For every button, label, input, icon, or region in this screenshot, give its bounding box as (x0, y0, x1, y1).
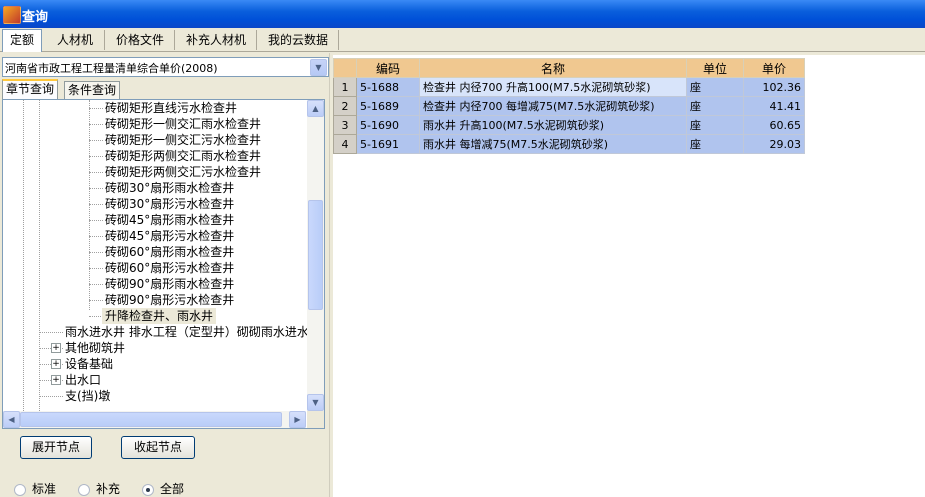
plus-icon[interactable]: + (51, 359, 61, 369)
library-select-value: 河南省市政工程工程量清单综合单价(2008) (5, 62, 218, 75)
tree-item[interactable]: 砖砌90°扇形雨水检查井 (105, 276, 234, 292)
cell-price[interactable]: 102.36 (743, 77, 805, 97)
cell-price[interactable]: 41.41 (743, 96, 805, 116)
tree-item[interactable]: 砖砌矩形一侧交汇污水检查井 (105, 132, 261, 148)
results-panel: 编码 名称 单位 单价 1 5-1688 检查井 内径700 升高100(M7.… (333, 55, 925, 497)
cell-name[interactable]: 雨水井 升高100(M7.5水泥砌筑砂浆) (419, 115, 687, 135)
tree-vertical-scrollbar[interactable]: ▲ ▼ (307, 100, 324, 411)
column-header-unit[interactable]: 单位 (686, 58, 744, 78)
tree-item-selected[interactable]: 升降检查井、雨水井 (102, 308, 217, 324)
tree-item[interactable]: 砖砌45°扇形污水检查井 (105, 228, 234, 244)
scroll-left-icon[interactable]: ◀ (3, 411, 20, 428)
row-number: 3 (333, 115, 357, 135)
scroll-up-icon[interactable]: ▲ (307, 100, 324, 117)
tree-item[interactable]: 出水口 (65, 372, 101, 388)
app-icon (3, 6, 21, 24)
tree-item[interactable]: 设备基础 (65, 356, 113, 372)
table-row[interactable]: 4 5-1691 雨水井 每增减75(M7.5水泥砌筑砂浆) 座 29.03 (333, 134, 805, 154)
table-row[interactable]: 3 5-1690 雨水井 升高100(M7.5水泥砌筑砂浆) 座 60.65 (333, 115, 805, 135)
tree-item[interactable]: 砖砌60°扇形雨水检查井 (105, 244, 234, 260)
radio-icon (78, 483, 90, 496)
results-table: 编码 名称 单位 单价 1 5-1688 检查井 内径700 升高100(M7.… (333, 58, 805, 154)
cell-code[interactable]: 5-1689 (356, 96, 420, 116)
row-number: 4 (333, 134, 357, 154)
cell-code[interactable]: 5-1688 (356, 77, 420, 97)
tree-horizontal-scrollbar[interactable]: ◀ ▶ (3, 411, 306, 428)
tree-item[interactable]: 砖砌矩形一侧交汇雨水检查井 (105, 116, 261, 132)
tree-item[interactable]: 雨水进水井 排水工程（定型井）砌砌雨水进水 (65, 324, 309, 340)
cell-name[interactable]: 检查井 内径700 升高100(M7.5水泥砌筑砂浆) (419, 77, 687, 97)
tree-item[interactable]: 砖砌30°扇形污水检查井 (105, 196, 234, 212)
scroll-thumb[interactable] (20, 412, 282, 427)
left-panel: 河南省市政工程工程量清单综合单价(2008) ▼ 章节查询 条件查询 砖砌矩形直… (0, 53, 329, 497)
radio-standard[interactable]: 标准 (14, 481, 56, 497)
tree-item[interactable]: 砖砌30°扇形雨水检查井 (105, 180, 234, 196)
chevron-down-icon[interactable]: ▼ (310, 59, 327, 76)
row-number: 1 (333, 77, 357, 97)
title-bar: 查询 (0, 0, 925, 28)
tab-supplement-materials[interactable]: 补充人材机 (176, 30, 257, 50)
radio-icon (14, 483, 26, 496)
query-subtabs: 章节查询 条件查询 (2, 79, 327, 100)
column-header-price[interactable]: 单价 (743, 58, 805, 78)
table-row[interactable]: 2 5-1689 检查井 内径700 每增减75(M7.5水泥砌筑砂浆) 座 4… (333, 96, 805, 116)
column-header-code[interactable]: 编码 (356, 58, 420, 78)
cell-unit[interactable]: 座 (686, 77, 744, 97)
tree-item[interactable]: 砖砌矩形两侧交汇雨水检查井 (105, 148, 261, 164)
row-number: 2 (333, 96, 357, 116)
tab-materials[interactable]: 人材机 (46, 30, 105, 50)
plus-icon[interactable]: + (51, 343, 61, 353)
scroll-thumb[interactable] (308, 200, 323, 310)
tree-item[interactable]: 支(挡)墩 (65, 388, 110, 404)
tree-item[interactable]: 砖砌矩形两侧交汇污水检查井 (105, 164, 261, 180)
cell-price[interactable]: 60.65 (743, 115, 805, 135)
radio-all[interactable]: 全部 (142, 481, 184, 497)
table-header-row: 编码 名称 单位 单价 (333, 58, 805, 78)
chapter-tree[interactable]: 砖砌矩形直线污水检查井 砖砌矩形一侧交汇雨水检查井 砖砌矩形一侧交汇污水检查井 … (2, 99, 325, 429)
cell-unit[interactable]: 座 (686, 96, 744, 116)
window-title: 查询 (22, 10, 49, 25)
cell-unit[interactable]: 座 (686, 134, 744, 154)
tree-item[interactable]: 砖砌矩形直线污水检查井 (105, 100, 237, 116)
collapse-nodes-button[interactable]: 收起节点 (121, 436, 195, 459)
tab-price-file[interactable]: 价格文件 (106, 30, 175, 50)
cell-code[interactable]: 5-1690 (356, 115, 420, 135)
library-select[interactable]: 河南省市政工程工程量清单综合单价(2008) ▼ (2, 57, 329, 77)
tree-guide-line (89, 100, 90, 310)
expand-nodes-button[interactable]: 展开节点 (20, 436, 92, 459)
tree-item[interactable]: 砖砌60°扇形污水检查井 (105, 260, 234, 276)
radio-icon (142, 483, 154, 496)
column-header-name[interactable]: 名称 (419, 58, 687, 78)
row-number-header (333, 58, 357, 78)
cell-name[interactable]: 检查井 内径700 每增减75(M7.5水泥砌筑砂浆) (419, 96, 687, 116)
tree-item[interactable]: 其他砌筑井 (65, 340, 125, 356)
cell-unit[interactable]: 座 (686, 115, 744, 135)
cell-name[interactable]: 雨水井 每增减75(M7.5水泥砌筑砂浆) (419, 134, 687, 154)
tab-condition-query[interactable]: 条件查询 (64, 81, 121, 99)
tab-quota[interactable]: 定额 (2, 29, 42, 52)
tree-item[interactable]: 砖砌90°扇形污水检查井 (105, 292, 234, 308)
scroll-down-icon[interactable]: ▼ (307, 394, 324, 411)
scroll-right-icon[interactable]: ▶ (289, 411, 306, 428)
main-tabs: 定额 人材机 价格文件 补充人材机 我的云数据 (0, 28, 925, 52)
table-row[interactable]: 1 5-1688 检查井 内径700 升高100(M7.5水泥砌筑砂浆) 座 1… (333, 77, 805, 97)
tree-guide-line (23, 100, 24, 411)
plus-icon[interactable]: + (51, 375, 61, 385)
cell-code[interactable]: 5-1691 (356, 134, 420, 154)
tab-chapter-query[interactable]: 章节查询 (2, 79, 59, 100)
cell-price[interactable]: 29.03 (743, 134, 805, 154)
radio-supplement[interactable]: 补充 (78, 481, 120, 497)
tree-item[interactable]: 砖砌45°扇形雨水检查井 (105, 212, 234, 228)
tab-cloud-data[interactable]: 我的云数据 (258, 30, 339, 50)
